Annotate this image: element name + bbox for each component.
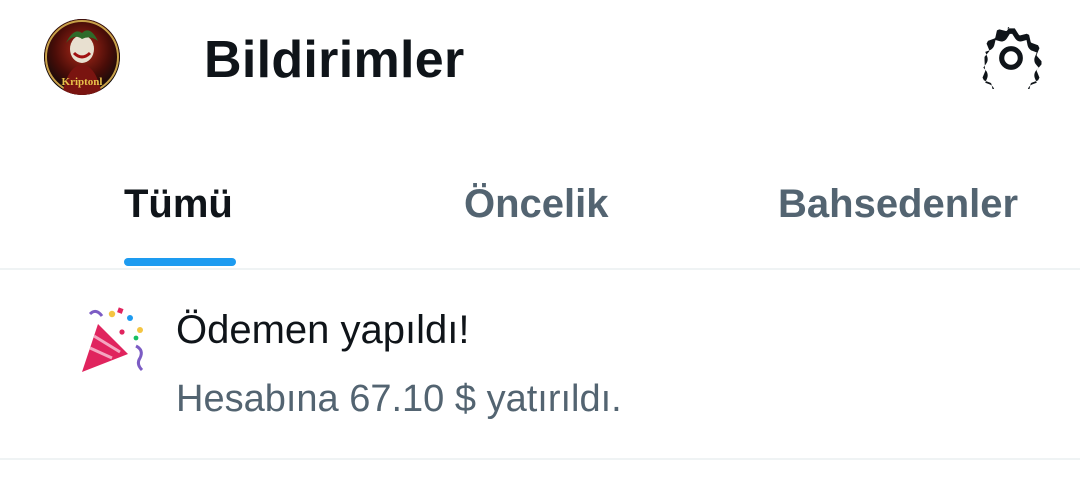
gear-icon: [982, 23, 1042, 101]
settings-button[interactable]: [980, 23, 1042, 101]
notification-body: Hesabına 67.10 $ yatırıldı.: [176, 378, 622, 420]
avatar-lettering: Kriptonl: [62, 76, 103, 88]
avatar[interactable]: Kriptonl: [44, 19, 120, 95]
notification-tabs: Tümü Öncelik Bahsedenler: [0, 150, 1080, 268]
tab-all[interactable]: Tümü: [124, 182, 233, 227]
tab-mentions[interactable]: Bahsedenler: [778, 182, 1018, 227]
divider: [0, 458, 1080, 460]
tab-priority[interactable]: Öncelik: [464, 182, 609, 227]
top-app-bar: Kriptonl Bildirimler: [0, 0, 1080, 120]
page-title: Bildirimler: [204, 31, 465, 89]
active-tab-indicator: [124, 258, 236, 266]
notification-item[interactable]: Ödemen yapıldı! Hesabına 67.10 $ yatırıl…: [0, 270, 1080, 458]
party-popper-icon: [78, 306, 148, 376]
avatar-image: Kriptonl: [44, 19, 120, 95]
notification-title: Ödemen yapıldı!: [176, 308, 470, 352]
